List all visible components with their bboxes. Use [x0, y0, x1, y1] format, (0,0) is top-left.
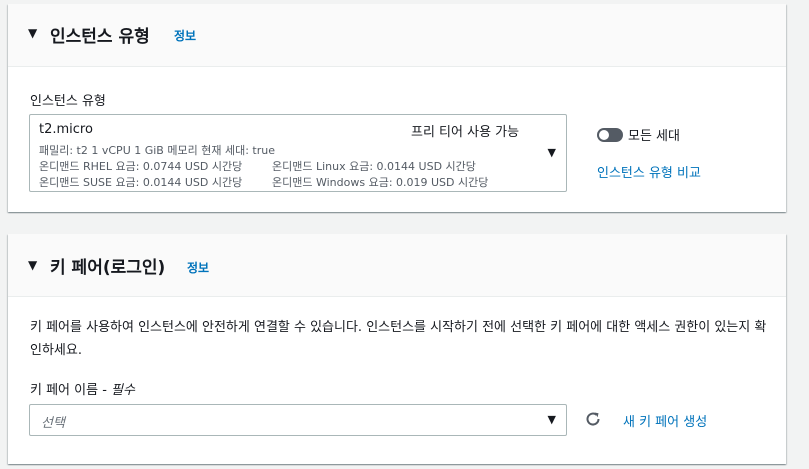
instance-type-field-label: 인스턴스 유형	[30, 94, 106, 109]
free-tier-badge: 프리 티어 사용 가능	[411, 125, 520, 140]
instance-type-name: t2.micro	[39, 122, 93, 137]
refresh-icon[interactable]	[584, 410, 602, 428]
rhel-price: 온디맨드 RHEL 요금: 0.0744 USD 시간당	[39, 160, 243, 173]
dropdown-caret-icon: ▼	[547, 413, 556, 426]
compare-instance-types-link[interactable]: 인스턴스 유형 비교	[597, 162, 701, 181]
instance-type-panel: ▼ 인스턴스 유형 정보 인스턴스 유형 t2.micro 프리 티어 사용 가…	[8, 4, 786, 212]
instance-type-header: ▼ 인스턴스 유형 정보	[8, 4, 786, 67]
collapse-caret-icon[interactable]: ▼	[28, 26, 37, 40]
instance-family-details: 패밀리: t2 1 vCPU 1 GiB 메모리 현재 세대: true	[39, 144, 275, 157]
suse-price: 온디맨드 SUSE 요금: 0.0144 USD 시간당	[39, 176, 243, 189]
instance-type-select[interactable]: t2.micro 프리 티어 사용 가능 패밀리: t2 1 vCPU 1 Gi…	[29, 114, 567, 192]
create-key-pair-link[interactable]: 새 키 페어 생성	[623, 411, 707, 430]
windows-price: 온디맨드 Windows 요금: 0.019 USD 시간당	[272, 176, 489, 189]
key-pair-info-link[interactable]: 정보	[187, 259, 209, 276]
required-label: 필수	[111, 383, 135, 398]
linux-price: 온디맨드 Linux 요금: 0.0144 USD 시간당	[272, 160, 476, 173]
instance-type-info-link[interactable]: 정보	[174, 27, 196, 44]
all-generations-toggle[interactable]	[597, 128, 623, 142]
key-pair-select[interactable]: 선택 ▼	[29, 404, 567, 436]
instance-type-title: 인스턴스 유형	[50, 27, 150, 47]
key-pair-name-label: 키 페어 이름 - 필수	[30, 379, 135, 398]
collapse-caret-icon[interactable]: ▼	[28, 258, 37, 272]
key-pair-select-placeholder: 선택	[41, 416, 65, 431]
dropdown-caret-icon: ▼	[547, 146, 556, 159]
toggle-knob	[599, 130, 609, 140]
key-pair-title: 키 페어(로그인)	[50, 258, 166, 278]
key-pair-description: 키 페어를 사용하여 인스턴스에 안전하게 연결할 수 있습니다. 인스턴스를 …	[30, 320, 767, 358]
key-pair-name-text: 키 페어 이름 -	[30, 383, 112, 398]
key-pair-header: ▼ 키 페어(로그인) 정보	[8, 234, 786, 297]
all-generations-label: 모든 세대	[628, 129, 680, 144]
